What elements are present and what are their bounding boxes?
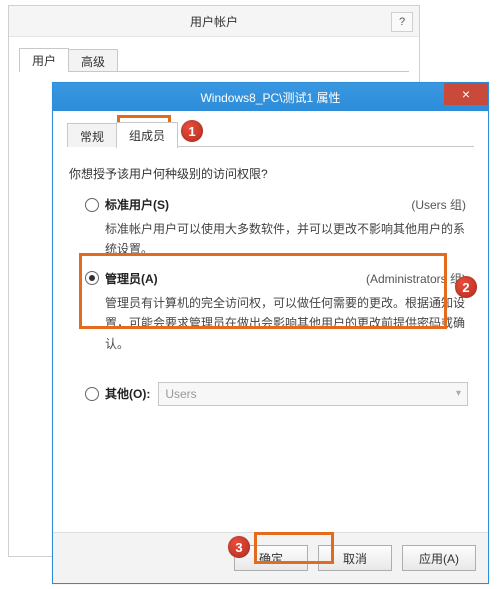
label-other: 其他(O): (105, 385, 150, 402)
tab-membership[interactable]: 组成员 (116, 122, 178, 148)
bg-tabs: 用户 高级 (19, 47, 409, 72)
dlg-titlebar[interactable]: Windows8_PC\测试1 属性 × (53, 83, 488, 111)
option-standard-head: 标准用户(S) (Users 组) (85, 196, 474, 213)
radio-standard[interactable] (85, 198, 99, 212)
callout-badge-1: 1 (181, 120, 203, 142)
tab-general[interactable]: 常规 (67, 123, 117, 147)
help-button[interactable]: ? (391, 12, 413, 32)
close-icon: × (462, 86, 470, 102)
access-level-question: 你想授予该用户何种级别的访问权限? (69, 165, 474, 182)
dlg-tabs: 常规 组成员 (67, 121, 474, 147)
other-group-select[interactable]: Users ▾ (158, 382, 468, 406)
chevron-down-icon: ▾ (456, 388, 461, 399)
dialog-button-row: 确定 取消 应用(A) (53, 532, 488, 583)
callout-badge-3: 3 (228, 536, 250, 558)
option-admin-head: 管理员(A) (Administrators 组) (85, 270, 474, 287)
callout-badge-2: 2 (455, 276, 477, 298)
tab-advanced[interactable]: 高级 (68, 49, 118, 71)
option-administrator[interactable]: 管理员(A) (Administrators 组) 管理员有计算机的完全访问权，… (85, 270, 474, 354)
option-standard-user[interactable]: 标准用户(S) (Users 组) 标准帐户用户可以使用大多数软件，并可以更改不… (85, 196, 474, 260)
dlg-body: 常规 组成员 你想授予该用户何种级别的访问权限? 标准用户(S) (Users … (53, 111, 488, 529)
dlg-title: Windows8_PC\测试1 属性 (53, 89, 488, 106)
other-select-value: Users (165, 387, 196, 401)
radio-administrator[interactable] (85, 271, 99, 285)
close-button[interactable]: × (444, 83, 488, 105)
label-administrator: 管理员(A) (105, 270, 158, 287)
radio-other[interactable] (85, 387, 99, 401)
cancel-button[interactable]: 取消 (318, 545, 392, 571)
bg-window-title: 用户帐户 (190, 13, 238, 30)
bg-titlebar: 用户帐户 ? (9, 6, 419, 37)
label-standard: 标准用户(S) (105, 196, 169, 213)
apply-button[interactable]: 应用(A) (402, 545, 476, 571)
desc-administrator: 管理员有计算机的完全访问权，可以做任何需要的更改。根据通知设置，可能会要求管理员… (105, 293, 472, 354)
properties-dialog: Windows8_PC\测试1 属性 × 常规 组成员 你想授予该用户何种级别的… (52, 82, 489, 584)
group-administrator: (Administrators 组) (366, 270, 466, 287)
desc-standard: 标准帐户用户可以使用大多数软件，并可以更改不影响其他用户的系统设置。 (105, 219, 472, 260)
bg-body: 用户 高级 (9, 37, 419, 82)
group-standard: (Users 组) (411, 196, 466, 213)
tab-users[interactable]: 用户 (19, 48, 69, 72)
option-other[interactable]: 其他(O): Users ▾ (85, 382, 474, 406)
